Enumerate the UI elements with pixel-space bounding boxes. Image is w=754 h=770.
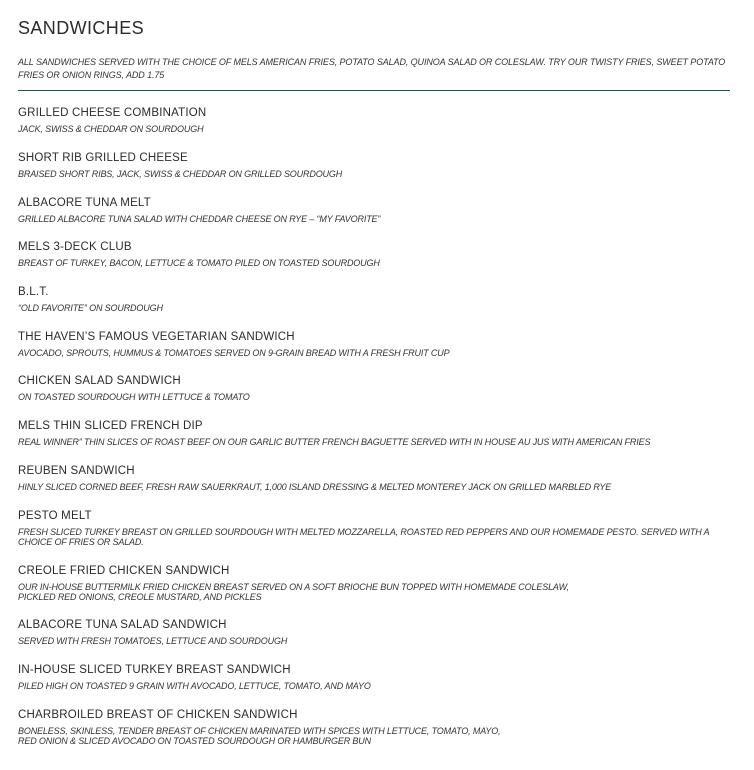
menu-item: B.L.T. “OLD FAVORITE” ON SOURDOUGH	[18, 285, 730, 330]
menu-item-name: MELS THIN SLICED FRENCH DIP	[18, 420, 203, 432]
menu-item-description: PILED HIGH ON TOASTED 9 GRAIN WITH AVOCA…	[18, 681, 371, 691]
menu-item-name: PESTO MELT	[18, 510, 92, 522]
menu-item-name: REUBEN SANDWICH	[18, 465, 135, 477]
menu-item: THE HAVEN’S FAMOUS VEGETARIAN SANDWICH A…	[18, 330, 730, 374]
menu-item-name: ALBACORE TUNA MELT	[18, 197, 151, 209]
menu-item-description: JACK, SWISS & CHEDDAR ON SOURDOUGH	[18, 124, 204, 134]
menu-item-name: CHARBROILED BREAST OF CHICKEN SANDWICH	[18, 709, 298, 721]
menu-item-name: SHORT RIB GRILLED CHEESE	[18, 152, 188, 164]
menu-item: MELS 3-DECK CLUB BREAST OF TURKEY, BACON…	[18, 240, 730, 285]
menu-item-name: GRILLED CHEESE COMBINATION	[18, 107, 207, 119]
section-title: SANDWICHES	[18, 18, 145, 38]
menu-item: PESTO MELT FRESH SLICED TURKEY BREAST ON…	[18, 509, 730, 564]
menu-item: REUBEN SANDWICH HINLY SLICED CORNED BEEF…	[18, 464, 730, 509]
menu-item: MELS THIN SLICED FRENCH DIP REAL WINNER”…	[18, 419, 730, 464]
menu-item-description: “OLD FAVORITE” ON SOURDOUGH	[18, 303, 163, 313]
menu-item: CHICKEN SALAD SANDWICH ON TOASTED SOURDO…	[18, 374, 730, 419]
menu-item-name: CREOLE FRIED CHICKEN SANDWICH	[18, 565, 230, 577]
menu-intro: ALL SANDWICHES SERVED WITH THE CHOICE OF…	[18, 57, 726, 80]
menu-item-description: GRILLED ALBACORE TUNA SALAD WITH CHEDDAR…	[18, 214, 381, 224]
menu-item-name: IN-HOUSE SLICED TURKEY BREAST SANDWICH	[18, 664, 291, 676]
menu-item: ALBACORE TUNA SALAD SANDWICH SERVED WITH…	[18, 618, 730, 663]
menu-item-description: BRAISED SHORT RIBS, JACK, SWISS & CHEDDA…	[18, 169, 343, 179]
menu-item-description: SERVED WITH FRESH TOMATOES, LETTUCE AND …	[18, 636, 288, 646]
menu-item-name: MELS 3-DECK CLUB	[18, 241, 132, 253]
menu-item-description: OUR IN-HOUSE BUTTERMILK FRIED CHICKEN BR…	[18, 582, 569, 602]
menu-item-name: THE HAVEN’S FAMOUS VEGETARIAN SANDWICH	[18, 331, 295, 343]
menu-item: SHORT RIB GRILLED CHEESE BRAISED SHORT R…	[18, 151, 730, 196]
menu-item: CHARBROILED BREAST OF CHICKEN SANDWICH B…	[18, 708, 730, 753]
menu-item: IN-HOUSE SLICED TURKEY BREAST SANDWICH P…	[18, 663, 730, 708]
menu-item: GRILLED CHEESE COMBINATION JACK, SWISS &…	[18, 106, 730, 151]
menu-item-description: BONELESS, SKINLESS, TENDER BREAST OF CHI…	[18, 726, 501, 746]
menu-item-description: REAL WINNER” THIN SLICES OF ROAST BEEF O…	[18, 437, 651, 447]
menu-item-description: FRESH SLICED TURKEY BREAST ON GRILLED SO…	[18, 527, 710, 547]
menu-item-description: AVOCADO, SPROUTS, HUMMUS & TOMATOES SERV…	[18, 348, 450, 358]
menu-item-name: CHICKEN SALAD SANDWICH	[18, 375, 181, 387]
menu-item-name: ALBACORE TUNA SALAD SANDWICH	[18, 619, 227, 631]
menu-item: CREOLE FRIED CHICKEN SANDWICH OUR IN-HOU…	[18, 564, 730, 618]
menu-item-description: BREAST OF TURKEY, BACON, LETTUCE & TOMAT…	[18, 258, 380, 268]
divider	[18, 90, 730, 91]
menu-page: SANDWICHES ALL SANDWICHES SERVED WITH TH…	[0, 0, 754, 770]
menu-item: ALBACORE TUNA MELT GRILLED ALBACORE TUNA…	[18, 196, 730, 240]
menu-item-description: ON TOASTED SOURDOUGH WITH LETTUCE & TOMA…	[18, 392, 250, 402]
menu-item-description: HINLY SLICED CORNED BEEF, FRESH RAW SAUE…	[18, 482, 612, 492]
menu-items-list: GRILLED CHEESE COMBINATION JACK, SWISS &…	[18, 106, 730, 753]
menu-item-name: B.L.T.	[18, 286, 49, 298]
